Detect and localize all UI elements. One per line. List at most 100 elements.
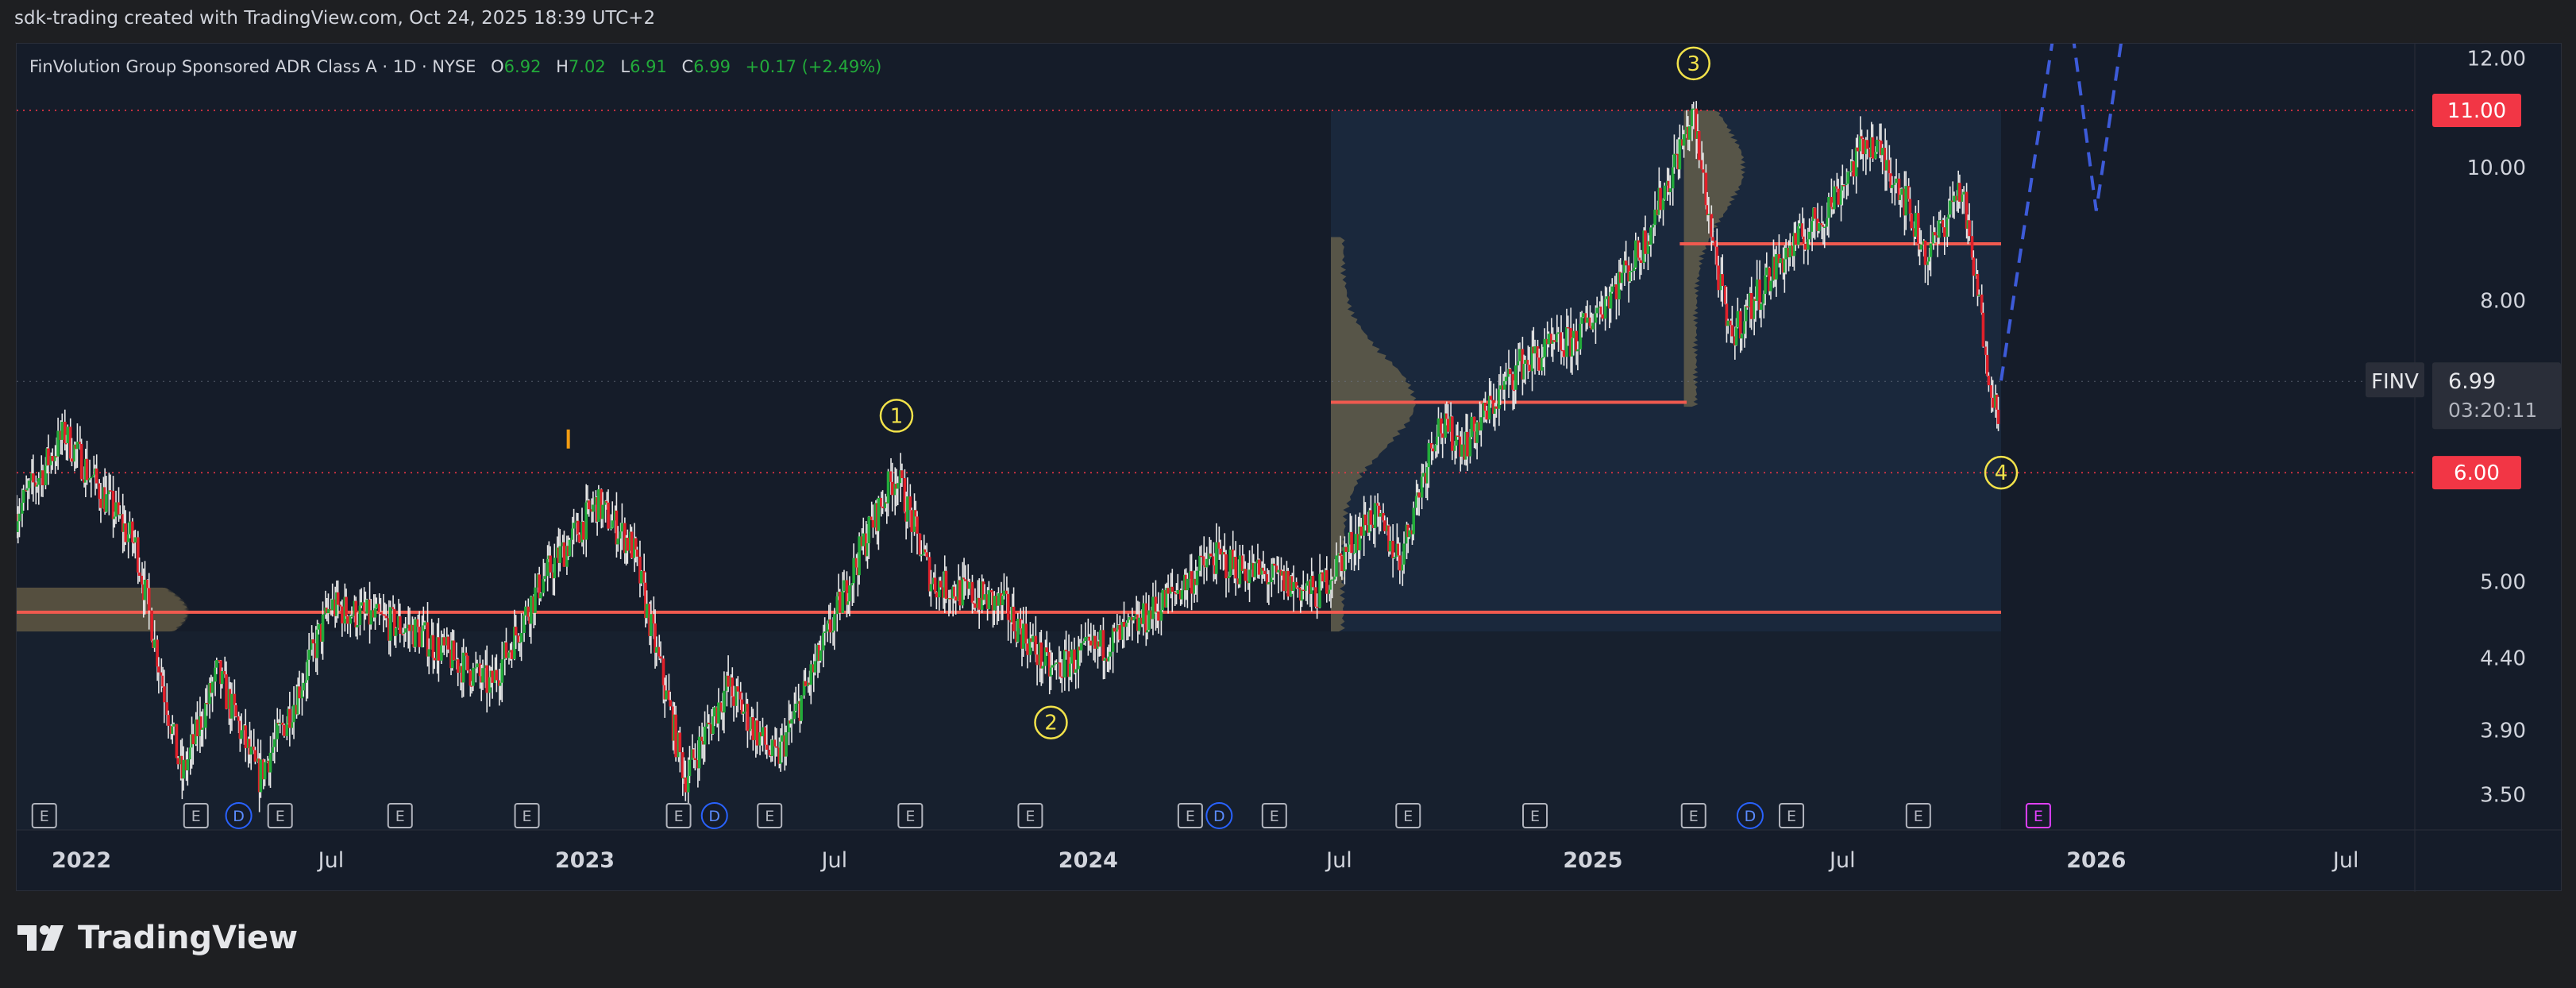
candle-body [916, 516, 919, 534]
chart-panel[interactable]: 1 2 3 4 E E D E E E E D E E E E D E E E E D E E E 2022 Jul 2023 Ju… [16, 43, 2563, 892]
candle-body [336, 592, 340, 605]
candle-body [89, 477, 93, 479]
candle-body [1026, 643, 1029, 655]
candle-body [157, 666, 160, 673]
candle-body [1219, 548, 1222, 555]
candle-body [152, 639, 156, 648]
candle-body [828, 619, 832, 633]
candle-body [1167, 588, 1170, 594]
candle-body [114, 502, 118, 517]
candle-body [17, 513, 21, 522]
candle-body [1721, 274, 1725, 287]
candle-body [1760, 303, 1763, 311]
candle-body [910, 510, 913, 532]
candle-body [813, 661, 817, 673]
candle-body [751, 717, 755, 740]
candle-body [974, 603, 977, 608]
candle-body [1032, 635, 1035, 643]
candle-body [639, 570, 643, 584]
dividend-marker-label-17: D [1745, 808, 1757, 825]
candle-body [935, 592, 939, 598]
candle-body [253, 750, 257, 762]
candle-body [1803, 243, 1807, 250]
candle-body [1614, 284, 1618, 299]
candle-body [195, 719, 199, 737]
candle-body [607, 502, 610, 529]
candle-body [1311, 575, 1315, 588]
legend-c-value: 6.99 [693, 57, 731, 76]
candle-body [1552, 340, 1556, 342]
candle-body [105, 494, 108, 512]
candle-body [56, 430, 60, 457]
legend-symbol: FinVolution Group Sponsored ADR Class A … [29, 57, 476, 76]
candle-body [659, 656, 662, 659]
candle-body [1296, 587, 1300, 589]
y-tick-label: 12.00 [2467, 48, 2526, 71]
candle-body [414, 619, 417, 647]
candle-body [384, 616, 388, 619]
candle-body [1363, 514, 1367, 526]
candle-body [1199, 555, 1203, 558]
candle-body [1697, 131, 1701, 160]
candle-body [268, 752, 272, 773]
candle-body [1682, 134, 1686, 146]
candle-body [650, 614, 653, 636]
candle-body [1479, 417, 1483, 431]
candle-body [881, 506, 885, 508]
candle-body [1340, 555, 1344, 572]
candle-body [1740, 334, 1744, 339]
tradingview-logo[interactable]: TradingView [17, 920, 298, 956]
candle-body [292, 704, 295, 723]
candle-body [41, 470, 44, 485]
candle-body [1330, 579, 1334, 581]
candle-body [60, 422, 64, 440]
candle-body [626, 538, 630, 551]
candle-body [452, 640, 456, 661]
x-tick-label: 2026 [2066, 848, 2126, 873]
candle-body [665, 690, 668, 700]
candle-body [577, 534, 581, 542]
candle-body [958, 580, 962, 606]
candle-body [954, 596, 958, 601]
candle-body [1620, 272, 1624, 284]
candle-body [1504, 376, 1508, 381]
candle-body [1749, 292, 1753, 319]
legend-c-label: C [682, 57, 694, 76]
candle-body [843, 580, 846, 592]
candle-body [1079, 643, 1083, 650]
candle-body [186, 759, 190, 770]
wave-label-2: 2 [1044, 712, 1058, 735]
candle-body [1639, 260, 1643, 264]
candle-body [1919, 244, 1923, 250]
x-tick-label: Jul [1325, 848, 1352, 873]
candle-body [51, 456, 54, 461]
candle-body [1518, 349, 1521, 361]
candle-body [823, 631, 827, 633]
candle-body [259, 759, 263, 793]
earnings-marker-label-16: E [1689, 808, 1699, 825]
candle-body [1498, 385, 1502, 390]
candle-body [524, 606, 527, 616]
candle-body [1775, 253, 1778, 280]
candle-body [1996, 409, 2000, 424]
candle-body [1730, 325, 1734, 337]
symbol-tag: FINV [2371, 370, 2419, 394]
candle-body [437, 637, 441, 661]
candle-body [1277, 569, 1280, 573]
candle-body [1440, 433, 1444, 438]
candle-body [819, 650, 823, 661]
price-chart[interactable]: 1 2 3 4 E E D E E E E D E E E E D E E E E D E E E 2022 Jul 2023 Ju… [17, 44, 2563, 892]
candle-body [481, 668, 484, 683]
candle-body [1948, 200, 1952, 215]
candle-body [263, 762, 267, 780]
chart-background-layer [17, 44, 2415, 830]
candle-body [572, 523, 576, 529]
candle-body [1101, 630, 1105, 661]
candle-body [1784, 248, 1787, 260]
candle-body [1796, 226, 1800, 245]
candle-body [684, 777, 688, 793]
candle-body [321, 614, 325, 642]
earnings-marker-label-8: E [765, 808, 774, 825]
dividend-marker-label-12: D [1213, 808, 1225, 825]
candle-body [167, 715, 170, 726]
